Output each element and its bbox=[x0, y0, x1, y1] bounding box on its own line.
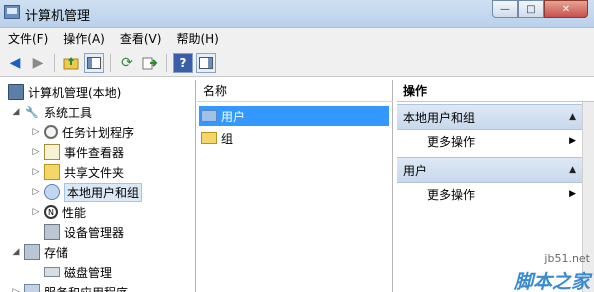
menu-bar: 文件(F) 操作(A) 查看(V) 帮助(H) bbox=[0, 28, 594, 49]
submenu-arrow-icon: ▶ bbox=[569, 136, 576, 146]
tree-item-services-apps[interactable]: ▷ 服务和应用程序 bbox=[10, 282, 128, 292]
expand-arrow-icon[interactable]: ▷ bbox=[30, 147, 42, 157]
tree-item-label: 计算机管理(本地) bbox=[28, 85, 122, 100]
tree-item-label: 共享文件夹 bbox=[64, 165, 125, 180]
collapse-triangle-icon[interactable]: ▲ bbox=[569, 165, 576, 175]
export-icon[interactable] bbox=[140, 53, 160, 73]
tree-item-label: 事件查看器 bbox=[64, 145, 125, 160]
tree-item-label: 服务和应用程序 bbox=[44, 284, 128, 292]
services-icon bbox=[24, 284, 40, 292]
watermark-url: jb51.net bbox=[544, 252, 590, 265]
action-group-label: 用户 bbox=[403, 163, 428, 178]
list-item-groups[interactable]: 组 bbox=[199, 128, 389, 148]
tree-item-local-users-groups[interactable]: ▷ 本地用户和组 bbox=[30, 182, 143, 202]
list-item-users[interactable]: 用户 bbox=[199, 106, 389, 126]
list-item-label: 用户 bbox=[221, 109, 246, 124]
toolbar-separator bbox=[54, 53, 55, 72]
maximize-button[interactable]: □ bbox=[518, 0, 544, 18]
expand-arrow-icon[interactable]: ▷ bbox=[30, 187, 42, 197]
tree-item-label: 设备管理器 bbox=[64, 225, 125, 240]
disk-icon bbox=[44, 267, 60, 277]
submenu-arrow-icon: ▶ bbox=[569, 189, 576, 199]
expand-arrow-icon[interactable]: ▷ bbox=[30, 207, 42, 217]
computer-management-icon bbox=[4, 5, 20, 19]
shared-folder-icon bbox=[44, 164, 60, 180]
title-bar: 计算机管理 — □ ✕ bbox=[0, 0, 594, 28]
menu-action[interactable]: 操作(A) bbox=[63, 30, 105, 47]
tree-item-label: 任务计划程序 bbox=[62, 125, 135, 140]
performance-icon: N bbox=[44, 205, 58, 219]
storage-icon bbox=[24, 244, 40, 260]
action-group-label: 本地用户和组 bbox=[403, 110, 476, 125]
window-controls: — □ ✕ bbox=[492, 0, 588, 20]
actions-header: 操作 bbox=[397, 80, 594, 102]
tree-item-label: 存储 bbox=[44, 245, 69, 260]
computer-icon bbox=[8, 84, 24, 100]
forward-icon[interactable]: ▶ bbox=[28, 53, 48, 73]
tree-item-disk-management[interactable]: 磁盘管理 bbox=[42, 262, 112, 282]
watermark-text: 脚本之家 bbox=[513, 271, 590, 292]
close-button[interactable]: ✕ bbox=[544, 0, 588, 18]
tree-item-label: 本地用户和组 bbox=[64, 182, 143, 202]
toolbar-separator bbox=[166, 53, 167, 72]
minimize-button[interactable]: — bbox=[492, 0, 518, 18]
menu-help[interactable]: 帮助(H) bbox=[176, 30, 218, 47]
expand-arrow-icon[interactable]: ▷ bbox=[30, 167, 42, 177]
tree-item-event-viewer[interactable]: ▷ 事件查看器 bbox=[30, 142, 124, 162]
tree-item-label: 性能 bbox=[62, 205, 87, 220]
console-tree: 计算机管理(本地) ◢ 🔧 系统工具 ▷ 任务计划程序 ▷ 事件查看器 ▷ 共享… bbox=[2, 80, 196, 292]
users-icon bbox=[44, 184, 60, 200]
tree-item-device-manager[interactable]: 设备管理器 bbox=[42, 222, 124, 242]
menu-file[interactable]: 文件(F) bbox=[8, 30, 48, 47]
window-title: 计算机管理 bbox=[25, 9, 91, 24]
menu-view[interactable]: 查看(V) bbox=[120, 30, 162, 47]
folder-icon bbox=[201, 132, 217, 144]
tree-item-label: 系统工具 bbox=[44, 105, 93, 120]
collapse-triangle-icon[interactable]: ▲ bbox=[569, 112, 576, 122]
up-folder-icon[interactable] bbox=[61, 53, 81, 73]
expand-arrow-icon[interactable]: ▷ bbox=[30, 127, 42, 137]
action-item-label: 更多操作 bbox=[427, 187, 476, 202]
collapse-arrow-icon[interactable]: ◢ bbox=[10, 247, 22, 257]
tree-item-system-tools[interactable]: ◢ 🔧 系统工具 bbox=[10, 102, 92, 122]
tree-item-label: 磁盘管理 bbox=[64, 265, 113, 280]
action-item-label: 更多操作 bbox=[427, 134, 476, 149]
tree-item-storage[interactable]: ◢ 存储 bbox=[10, 242, 68, 262]
collapse-arrow-icon[interactable]: ◢ bbox=[10, 107, 22, 117]
clock-icon bbox=[44, 125, 58, 139]
tree-item-root[interactable]: 计算机管理(本地) bbox=[6, 82, 121, 102]
toolbar-separator bbox=[110, 53, 111, 72]
action-group-local-users-groups[interactable]: 本地用户和组 ▲ bbox=[397, 104, 582, 130]
tree-item-task-scheduler[interactable]: ▷ 任务计划程序 bbox=[30, 122, 134, 142]
device-manager-icon bbox=[44, 224, 60, 240]
refresh-icon[interactable]: ⟳ bbox=[117, 53, 137, 73]
tree-item-shared-folders[interactable]: ▷ 共享文件夹 bbox=[30, 162, 124, 182]
tree-item-performance[interactable]: ▷ N 性能 bbox=[30, 202, 86, 222]
help-icon[interactable]: ? bbox=[173, 52, 193, 73]
list-item-label: 组 bbox=[221, 131, 234, 146]
show-hide-tree-icon[interactable] bbox=[84, 52, 104, 73]
event-log-icon bbox=[44, 144, 60, 160]
back-icon[interactable]: ◀ bbox=[5, 53, 25, 73]
expand-arrow-icon[interactable]: ▷ bbox=[10, 287, 22, 292]
show-hide-action-pane-icon[interactable] bbox=[196, 52, 216, 73]
action-more-actions-2[interactable]: 更多操作 ▶ bbox=[397, 183, 582, 205]
column-header-name[interactable]: 名称 bbox=[197, 80, 393, 102]
toolbar: ◀ ▶ ⟳ ? bbox=[0, 49, 594, 77]
tools-icon: 🔧 bbox=[25, 105, 39, 119]
action-group-users[interactable]: 用户 ▲ bbox=[397, 157, 582, 183]
folder-icon bbox=[201, 110, 217, 122]
result-list: 名称 用户 组 bbox=[197, 80, 393, 292]
action-more-actions-1[interactable]: 更多操作 ▶ bbox=[397, 130, 582, 152]
